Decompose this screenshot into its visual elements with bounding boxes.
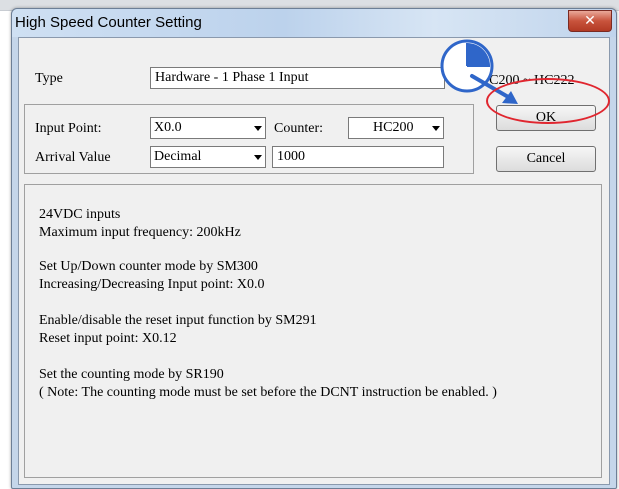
info-line: Set Up/Down counter mode by SM300 <box>39 259 258 274</box>
settings-group: Input Point: X0.0 Counter: HC200 Arrival… <box>24 104 474 174</box>
input-point-select[interactable]: X0.0 <box>150 117 266 139</box>
info-line: Set the counting mode by SR190 <box>39 367 224 382</box>
arrival-value-input[interactable]: 1000 <box>272 146 444 168</box>
close-button[interactable]: ✕ <box>568 10 612 32</box>
counter-value: HC200 <box>373 120 414 135</box>
input-point-value: X0.0 <box>154 120 182 135</box>
info-line: Reset input point: X0.12 <box>39 331 177 346</box>
type-field[interactable]: Hardware - 1 Phase 1 Input <box>150 67 445 89</box>
info-line: Increasing/Decreasing Input point: X0.0 <box>39 277 265 292</box>
close-icon: ✕ <box>584 13 596 29</box>
chevron-down-icon[interactable] <box>254 126 262 131</box>
cancel-button-label: Cancel <box>526 151 566 166</box>
info-line: 24VDC inputs <box>39 207 121 222</box>
chevron-down-icon[interactable] <box>432 126 440 131</box>
arrival-format-select[interactable]: Decimal <box>150 146 266 168</box>
chevron-down-icon[interactable] <box>254 155 262 160</box>
info-line: Enable/disable the reset input function … <box>39 313 317 328</box>
arrival-value-label: Arrival Value <box>35 150 111 165</box>
counter-label: Counter: <box>274 121 323 136</box>
type-label: Type <box>35 71 63 86</box>
ok-highlight-oval <box>486 78 610 124</box>
type-value: Hardware - 1 Phase 1 Input <box>155 70 309 85</box>
description-panel: 24VDC inputs Maximum input frequency: 20… <box>24 184 602 478</box>
title-bar[interactable]: High Speed Counter Setting ✕ <box>12 9 616 37</box>
info-line: ( Note: The counting mode must be set be… <box>39 385 497 400</box>
counter-select[interactable]: HC200 <box>348 117 444 139</box>
cancel-button[interactable]: Cancel <box>496 146 596 172</box>
arrival-value-text: 1000 <box>277 149 305 164</box>
arrival-format-value: Decimal <box>154 149 202 164</box>
input-point-label: Input Point: <box>35 121 102 136</box>
window-title: High Speed Counter Setting <box>15 14 202 31</box>
info-line: Maximum input frequency: 200kHz <box>39 225 241 240</box>
